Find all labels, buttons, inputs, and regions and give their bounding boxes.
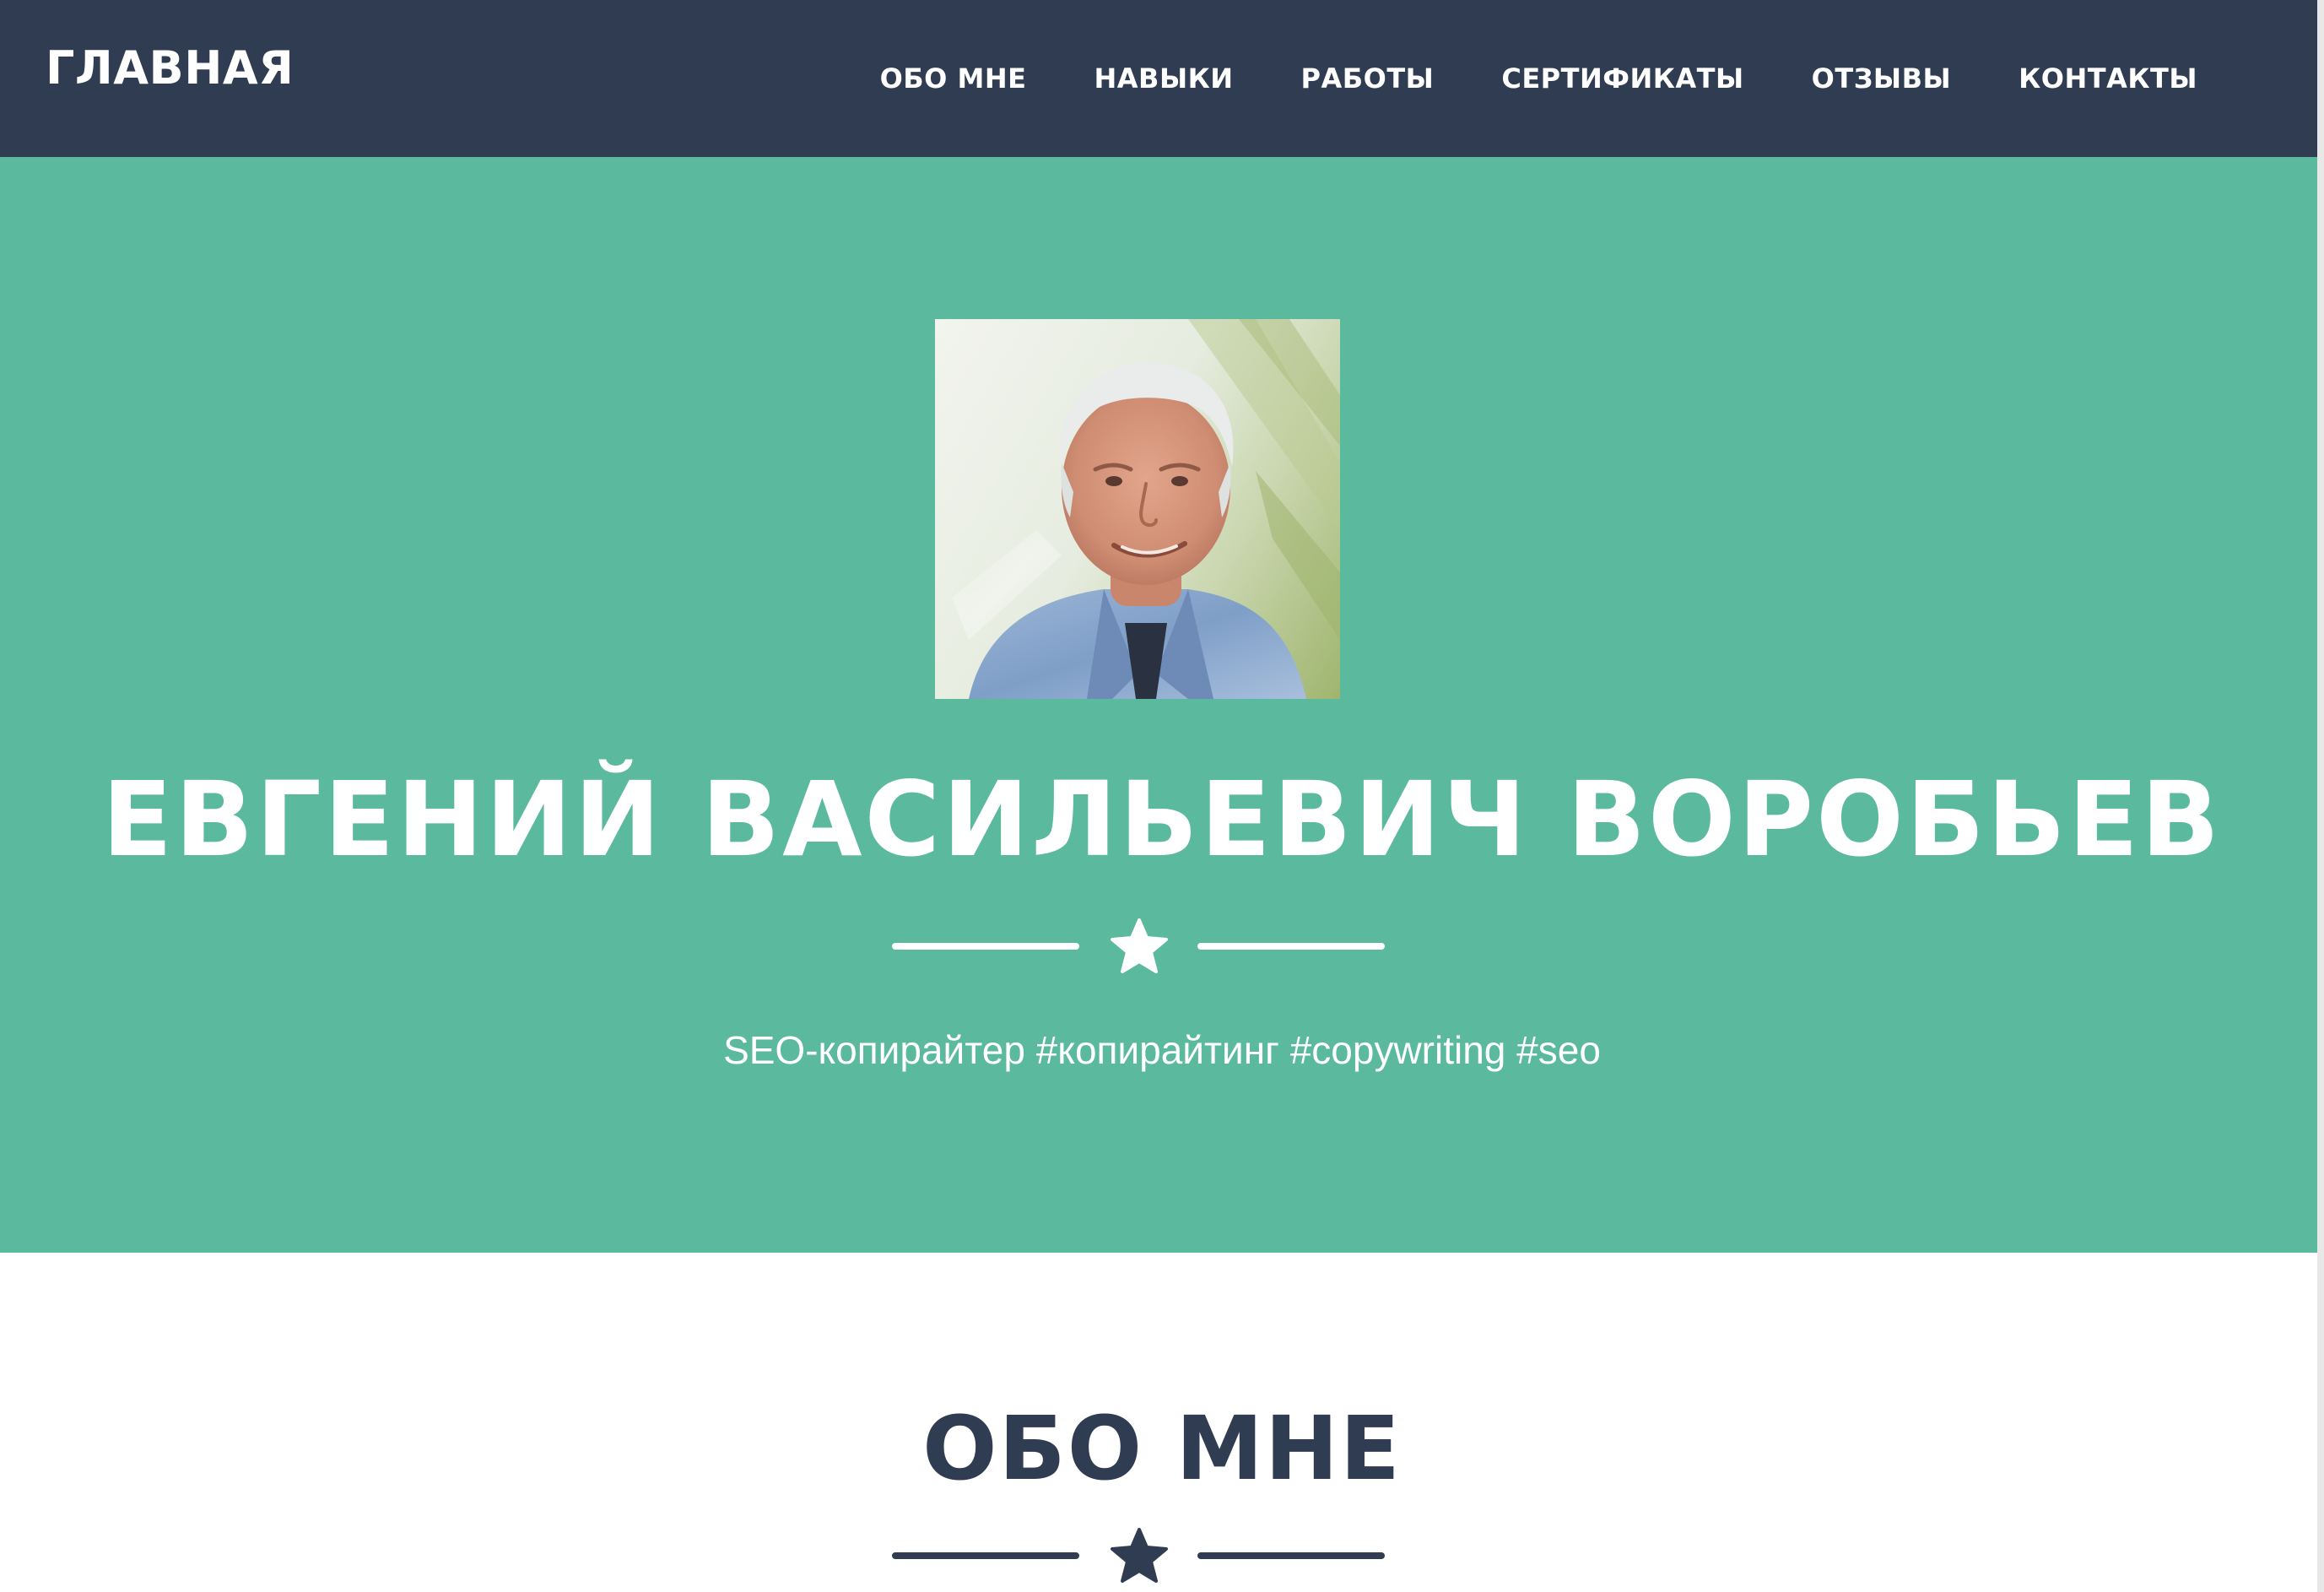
nav-link-about[interactable]: ОБО МНЕ bbox=[880, 62, 1027, 95]
about-section-title: ОБО МНЕ bbox=[922, 1397, 1402, 1500]
nav-item-works: РАБОТЫ bbox=[1301, 62, 1435, 95]
nav-item-contacts: КОНТАКТЫ bbox=[2019, 62, 2197, 95]
brand-home-link[interactable]: ГЛАВНАЯ bbox=[46, 41, 294, 96]
profile-photo-illustration bbox=[952, 319, 1340, 699]
divider-line-right bbox=[1197, 1552, 1385, 1559]
nav-link-skills[interactable]: НАВЫКИ bbox=[1094, 62, 1234, 95]
profile-photo bbox=[935, 319, 1340, 699]
nav-link-works[interactable]: РАБОТЫ bbox=[1301, 62, 1435, 95]
nav-link-certificates[interactable]: СЕРТИФИКАТЫ bbox=[1501, 62, 1743, 95]
nav-link-contacts[interactable]: КОНТАКТЫ bbox=[2019, 62, 2197, 95]
nav-link-reviews[interactable]: ОТЗЫВЫ bbox=[1812, 62, 1951, 95]
page-scrollbar[interactable] bbox=[2317, 0, 2324, 1592]
hero-subtitle: SEO-копирайтер #копирайтинг #copywriting… bbox=[723, 1028, 1601, 1072]
nav-item-certificates: СЕРТИФИКАТЫ bbox=[1501, 62, 1743, 95]
star-icon bbox=[1111, 1528, 1168, 1583]
nav-item-skills: НАВЫКИ bbox=[1094, 62, 1234, 95]
about-divider bbox=[892, 1526, 1385, 1585]
about-section: ОБО МНЕ bbox=[0, 1253, 2324, 1592]
main-nav: ОБО МНЕ НАВЫКИ РАБОТЫ СЕРТИФИКАТЫ ОТЗЫВЫ… bbox=[880, 0, 2197, 157]
hero-name-heading: ЕВГЕНИЙ ВАСИЛЬЕВИЧ ВОРОБЬЕВ bbox=[101, 760, 2223, 880]
star-icon bbox=[1111, 918, 1168, 973]
hero-divider bbox=[892, 917, 1385, 976]
hero-section: ЕВГЕНИЙ ВАСИЛЬЕВИЧ ВОРОБЬЕВ SEO-копирайт… bbox=[0, 157, 2324, 1253]
divider-line-left bbox=[892, 1552, 1079, 1559]
nav-item-reviews: ОТЗЫВЫ bbox=[1812, 62, 1951, 95]
divider-line-left bbox=[892, 943, 1079, 950]
nav-item-about: ОБО МНЕ bbox=[880, 62, 1027, 95]
top-navbar: ГЛАВНАЯ ОБО МНЕ НАВЫКИ РАБОТЫ СЕРТИФИКАТ… bbox=[0, 0, 2324, 157]
divider-line-right bbox=[1197, 943, 1385, 950]
